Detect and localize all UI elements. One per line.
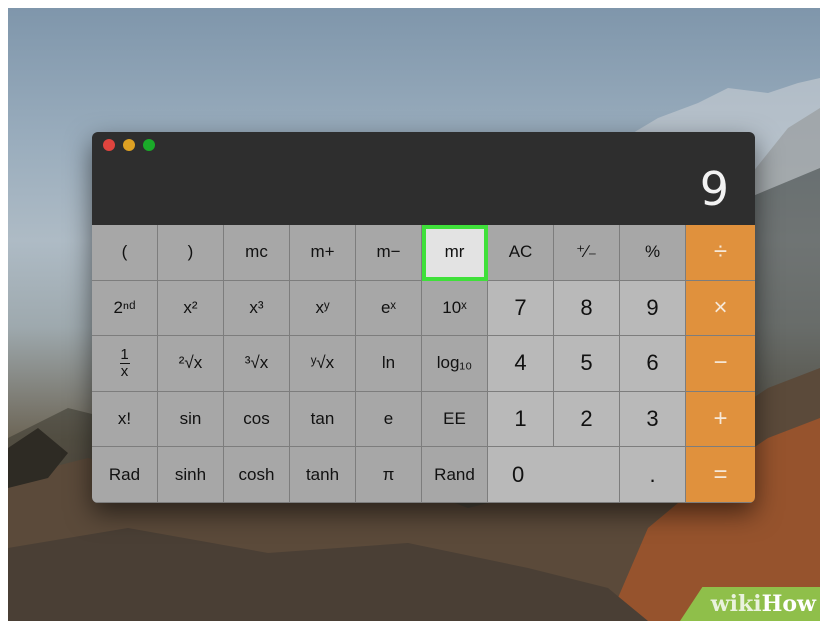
key-divide[interactable]: ÷ <box>686 225 755 281</box>
key-digit-0[interactable]: 0 <box>488 447 620 503</box>
key-sinh[interactable]: sinh <box>158 447 224 503</box>
key-digit-8[interactable]: 8 <box>554 280 620 337</box>
calculator-window: 9 ( ) mc m+ m− mr AC ⁺∕₋ % ÷ 2ⁿᵈ x² x³ x… <box>92 132 755 503</box>
key-subtract[interactable]: − <box>686 336 755 392</box>
key-ln[interactable]: ln <box>356 336 422 392</box>
key-decimal[interactable]: . <box>620 447 686 503</box>
key-tan[interactable]: tan <box>290 391 356 448</box>
reciprocal-denominator: x <box>120 362 129 380</box>
key-digit-2[interactable]: 2 <box>554 391 620 448</box>
key-e[interactable]: e <box>356 391 422 448</box>
key-digit-7[interactable]: 7 <box>488 280 554 337</box>
key-y-root[interactable]: ʸ√x <box>290 336 356 392</box>
zoom-button[interactable] <box>143 139 155 151</box>
key-reciprocal[interactable]: 1 x <box>92 336 158 392</box>
key-pi[interactable]: π <box>356 447 422 503</box>
key-digit-9[interactable]: 9 <box>620 280 686 337</box>
key-open-paren[interactable]: ( <box>92 225 158 281</box>
key-cosh[interactable]: cosh <box>224 447 290 503</box>
result-display: 9 <box>699 162 729 216</box>
key-cube-root[interactable]: ³√x <box>224 336 290 392</box>
watermark-wiki: wiki <box>710 591 762 617</box>
key-memory-recall[interactable]: mr <box>422 225 488 281</box>
key-multiply[interactable]: × <box>686 280 755 337</box>
key-digit-5[interactable]: 5 <box>554 336 620 392</box>
key-sin[interactable]: sin <box>158 391 224 448</box>
close-button[interactable] <box>103 139 115 151</box>
key-add[interactable]: + <box>686 391 755 448</box>
key-second-function[interactable]: 2ⁿᵈ <box>92 280 158 337</box>
key-all-clear[interactable]: AC <box>488 225 554 281</box>
key-equals[interactable]: = <box>686 447 755 503</box>
key-memory-subtract[interactable]: m− <box>356 225 422 281</box>
key-log10[interactable]: log₁₀ <box>422 336 488 392</box>
key-digit-1[interactable]: 1 <box>488 391 554 448</box>
key-square-root[interactable]: ²√x <box>158 336 224 392</box>
key-digit-6[interactable]: 6 <box>620 336 686 392</box>
key-x-squared[interactable]: x² <box>158 280 224 337</box>
key-ee[interactable]: EE <box>422 391 488 448</box>
key-digit-3[interactable]: 3 <box>620 391 686 448</box>
key-factorial[interactable]: x! <box>92 391 158 448</box>
key-memory-add[interactable]: m+ <box>290 225 356 281</box>
key-close-paren[interactable]: ) <box>158 225 224 281</box>
watermark-how: How <box>761 591 816 617</box>
key-rand[interactable]: Rand <box>422 447 488 503</box>
key-plus-minus[interactable]: ⁺∕₋ <box>554 225 620 281</box>
key-e-to-x[interactable]: eˣ <box>356 280 422 337</box>
key-cos[interactable]: cos <box>224 391 290 448</box>
keypad: ( ) mc m+ m− mr AC ⁺∕₋ % ÷ 2ⁿᵈ x² x³ xʸ … <box>92 225 755 503</box>
key-rad[interactable]: Rad <box>92 447 158 503</box>
title-bar[interactable] <box>92 132 755 156</box>
key-x-to-y[interactable]: xʸ <box>290 280 356 337</box>
key-tanh[interactable]: tanh <box>290 447 356 503</box>
key-x-cubed[interactable]: x³ <box>224 280 290 337</box>
minimize-button[interactable] <box>123 139 135 151</box>
key-percent[interactable]: % <box>620 225 686 281</box>
key-memory-clear[interactable]: mc <box>224 225 290 281</box>
reciprocal-numerator: 1 <box>120 345 129 363</box>
key-digit-4[interactable]: 4 <box>488 336 554 392</box>
key-ten-to-x[interactable]: 10ˣ <box>422 280 488 337</box>
wikihow-watermark: wiki How <box>680 587 820 621</box>
